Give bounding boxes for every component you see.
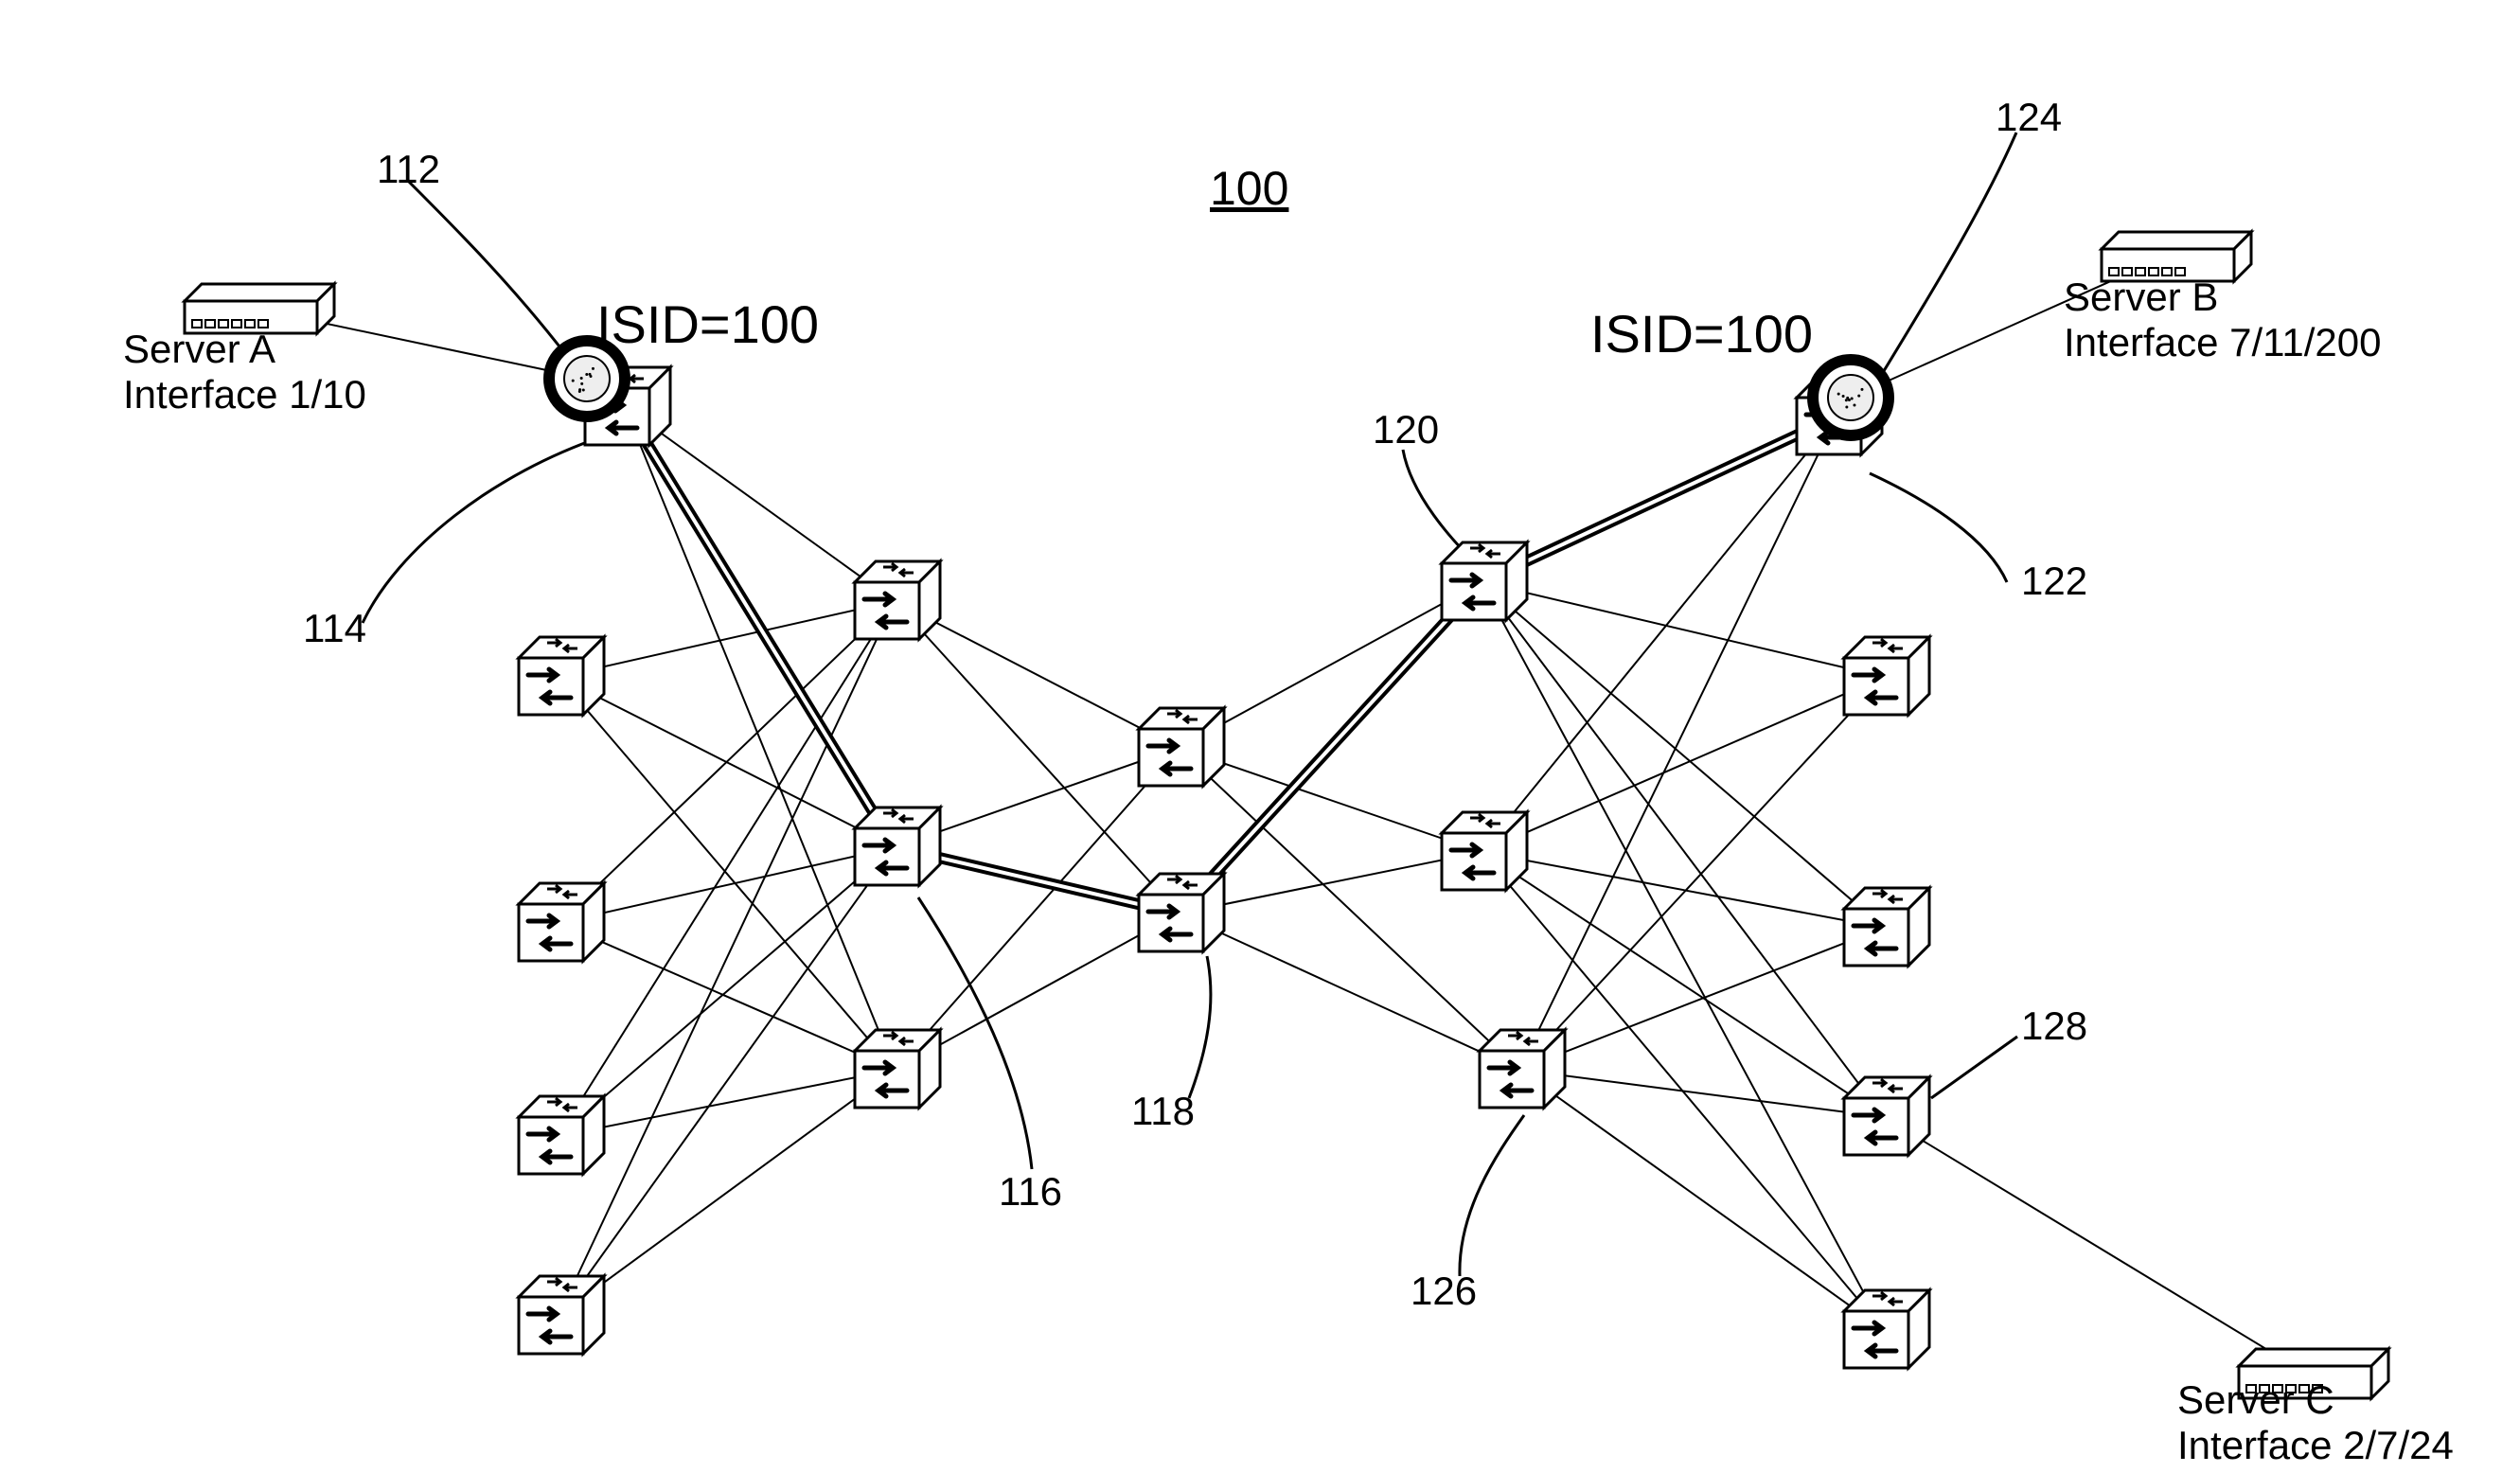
switch-n_l3 — [519, 1096, 604, 1174]
switch-n_l2 — [519, 883, 604, 961]
network-diagram — [0, 0, 2520, 1473]
server-b-interface: Interface 7/11/200 — [2064, 320, 2381, 364]
switch-n_m3 — [855, 1030, 940, 1108]
switch-n_r2 — [1442, 812, 1527, 890]
switch-n_l4 — [519, 1276, 604, 1354]
callout-112: 112 — [377, 147, 440, 192]
switch-n_m1 — [855, 561, 940, 639]
callout-120: 120 — [1373, 407, 1439, 453]
switch-n_c1 — [1139, 708, 1224, 786]
links — [251, 256, 2305, 1373]
isid-right-label: ISID=100 — [1590, 303, 1813, 364]
switch-n128 — [1844, 1077, 1929, 1155]
callout-126: 126 — [1411, 1269, 1477, 1314]
switch-n_rr4 — [1844, 1290, 1929, 1368]
callout-128: 128 — [2021, 1003, 2087, 1049]
switch-n_rr2 — [1844, 888, 1929, 966]
figure-id: 100 — [1210, 161, 1288, 216]
callout-114: 114 — [303, 606, 366, 651]
callout-116: 116 — [999, 1169, 1062, 1215]
switch-n_l1 — [519, 637, 604, 715]
callout-118: 118 — [1131, 1089, 1195, 1134]
switch-n_r3 — [1480, 1030, 1565, 1108]
server-b-label: Server B Interface 7/11/200 — [2064, 275, 2381, 366]
switch-n_rr1 — [1844, 637, 1929, 715]
bold-path — [625, 407, 1837, 914]
server-a-label: Server A Interface 1/10 — [123, 327, 366, 418]
server-a-name: Server A — [123, 327, 275, 371]
switch-n_r1 — [1442, 542, 1527, 620]
switch-n_m2 — [855, 807, 940, 885]
callout-124: 124 — [1996, 95, 2062, 140]
isid-left-label: ISID=100 — [596, 293, 819, 355]
switch-n_c2 — [1139, 874, 1224, 951]
endpoint-circle_right — [1813, 360, 1889, 435]
server-c-name: Server C — [2177, 1377, 2334, 1422]
server-a-interface: Interface 1/10 — [123, 372, 366, 417]
server-c-interface: Interface 2/7/24 — [2177, 1423, 2454, 1467]
server-c-label: Server C Interface 2/7/24 — [2177, 1377, 2454, 1469]
callout-122: 122 — [2021, 559, 2087, 604]
server-b-name: Server B — [2064, 275, 2218, 319]
